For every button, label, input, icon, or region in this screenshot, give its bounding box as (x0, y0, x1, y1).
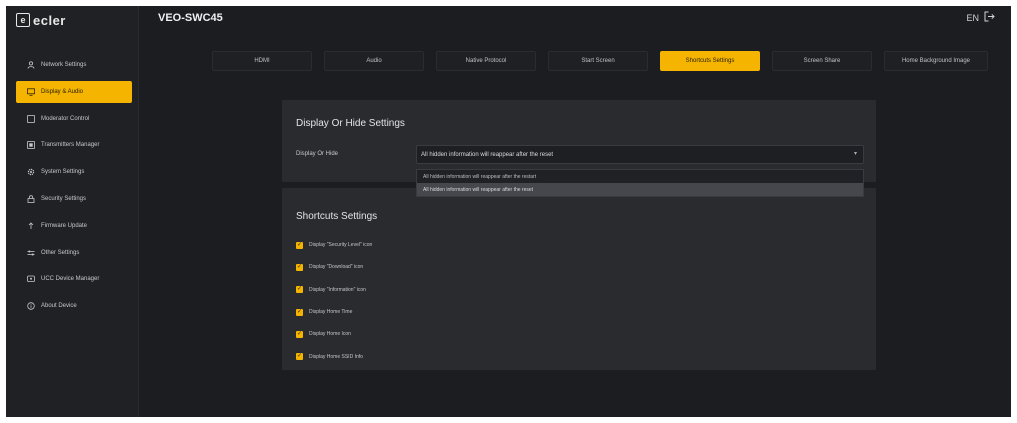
list-item: ✓ Display Home SSID Info (296, 345, 372, 367)
sidebar-item-firmware-update[interactable]: Firmware Update (16, 215, 132, 237)
display-icon (26, 87, 35, 96)
display-or-hide-select[interactable]: All hidden information will reappear aft… (416, 145, 864, 164)
checkbox-home-icon[interactable]: ✓ (296, 330, 303, 338)
settings-tabs: HDMI Audio Native Protocol Start Screen … (212, 51, 988, 71)
panel-title: Display Or Hide Settings (296, 118, 405, 129)
upload-icon (26, 221, 35, 230)
sidebar-nav: Network Settings Display & Audio Moderat… (16, 54, 132, 322)
shortcuts-settings-panel: Shortcuts Settings ✓ Display "Security L… (282, 188, 876, 370)
sidebar-item-about-device[interactable]: About Device (16, 295, 132, 317)
select-value: All hidden information will reappear aft… (421, 151, 554, 158)
sidebar-item-network-settings[interactable]: Network Settings (16, 54, 132, 76)
dropdown-option-selected[interactable]: All hidden information will reappear aft… (417, 183, 863, 196)
tab-hdmi[interactable]: HDMI (212, 51, 312, 71)
checkbox-label: Display "Information" icon (309, 286, 366, 293)
tab-shortcuts-settings[interactable]: Shortcuts Settings (660, 51, 760, 71)
list-item: ✓ Display Home Icon (296, 323, 372, 345)
checkbox-label: Display Home Icon (309, 331, 351, 338)
logout-icon[interactable] (984, 11, 995, 25)
panel-title: Shortcuts Settings (296, 211, 378, 222)
checkbox-label: Display Home SSID Info (309, 353, 363, 360)
sliders-icon (26, 248, 35, 257)
app-window: e ecler Network Settings Display & Audio (6, 6, 1011, 417)
language-switch[interactable]: EN (966, 13, 979, 23)
sidebar-item-label: UCC Device Manager (41, 276, 100, 283)
sidebar-item-system-settings[interactable]: System Settings (16, 161, 132, 183)
chevron-down-icon: ▾ (853, 151, 857, 157)
tab-native-protocol[interactable]: Native Protocol (436, 51, 536, 71)
sidebar-item-display-audio[interactable]: Display & Audio (16, 80, 132, 103)
checkbox-label: Display Home Time (309, 309, 353, 316)
list-item: ✓ Display "Security Level" icon (296, 234, 372, 256)
sidebar-item-label: Display & Audio (41, 88, 84, 95)
dropdown-option[interactable]: All hidden information will reappear aft… (417, 170, 863, 183)
sidebar-item-transmitters-manager[interactable]: Transmitters Manager (16, 134, 132, 156)
sidebar-item-label: System Settings (41, 169, 85, 176)
display-or-hide-label: Display Or Hide (296, 151, 339, 157)
user-icon (26, 61, 35, 70)
checkbox-security-level[interactable]: ✓ (296, 241, 303, 249)
lock-icon (26, 194, 35, 203)
sidebar-item-security-settings[interactable]: Security Settings (16, 188, 132, 210)
sidebar-item-label: Other Settings (41, 249, 80, 256)
shortcuts-checklist: ✓ Display "Security Level" icon ✓ Displa… (296, 234, 372, 368)
tab-home-background-image[interactable]: Home Background Image (884, 51, 988, 71)
brand-logo: e ecler (16, 12, 66, 28)
tab-audio[interactable]: Audio (324, 51, 424, 71)
logo-text: ecler (33, 12, 66, 28)
checkbox-home-time[interactable]: ✓ (296, 308, 303, 316)
logo-mark-icon: e (16, 13, 30, 27)
sidebar-item-label: Transmitters Manager (41, 142, 100, 149)
transmitter-icon (26, 141, 35, 150)
sidebar-item-other-settings[interactable]: Other Settings (16, 242, 132, 264)
sidebar: e ecler Network Settings Display & Audio (6, 6, 139, 417)
list-item: ✓ Display Home Time (296, 301, 372, 323)
sidebar-item-label: About Device (41, 303, 77, 310)
sidebar-item-label: Moderator Control (41, 115, 90, 122)
page-title: VEO-SWC45 (158, 12, 223, 24)
sidebar-item-label: Network Settings (41, 62, 87, 68)
list-item: ✓ Display "Information" icon (296, 279, 372, 301)
list-item: ✓ Display "Download" icon (296, 256, 372, 278)
checkbox-information[interactable]: ✓ (296, 286, 303, 294)
checkbox-label: Display "Download" icon (309, 264, 364, 271)
sidebar-item-label: Security Settings (41, 195, 87, 202)
square-icon (26, 114, 35, 123)
sidebar-item-label: Firmware Update (41, 222, 88, 229)
checkbox-download[interactable]: ✓ (296, 263, 303, 271)
checkbox-home-ssid-info[interactable]: ✓ (296, 353, 303, 361)
checkbox-label: Display "Security Level" icon (309, 242, 373, 249)
tab-start-screen[interactable]: Start Screen (548, 51, 648, 71)
info-icon (26, 302, 35, 311)
sidebar-item-ucc-device-manager[interactable]: UCC Device Manager (16, 268, 132, 290)
sidebar-item-moderator-control[interactable]: Moderator Control (16, 108, 132, 130)
display-or-hide-dropdown: All hidden information will reappear aft… (416, 169, 864, 197)
device-icon (26, 275, 35, 284)
gear-icon (26, 168, 35, 177)
tab-screen-share[interactable]: Screen Share (772, 51, 872, 71)
